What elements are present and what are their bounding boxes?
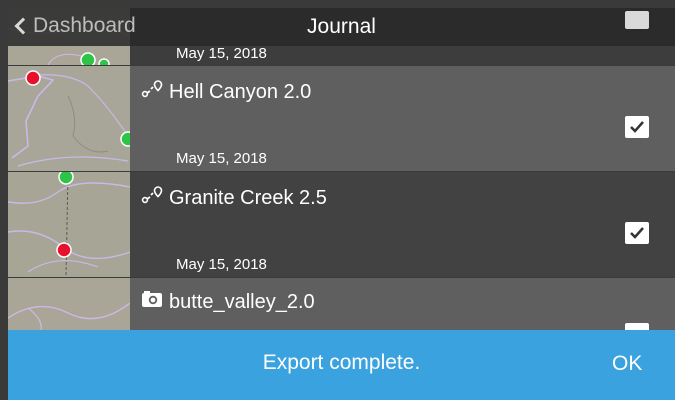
item-title-text: butte_valley_2.0 [169,290,315,313]
ok-button[interactable]: OK [612,352,642,376]
item-title: Granite Creek 2.5 [141,185,327,211]
route-icon [141,185,163,211]
checkmark-icon [630,227,644,239]
checkbox-checked[interactable] [625,116,649,138]
item-date: May 15, 2018 [176,150,267,167]
route-icon [141,79,163,105]
journal-screen: Dashboard Journal May 15, 2018 Hell Cany… [8,8,675,400]
item-date: May 15, 2018 [176,45,267,62]
page-title: Journal [307,15,376,38]
item-date: May 15, 2018 [176,256,267,273]
camera-icon [141,290,163,314]
toast-message: Export complete. [262,351,421,374]
map-thumbnail [8,66,130,171]
list-item[interactable]: butte_valley_2.0 [8,278,675,345]
header-bar: Dashboard Journal [8,8,675,46]
checkbox-checked[interactable] [625,222,649,244]
map-thumbnail [8,278,130,338]
list-item[interactable]: Hell Canyon 2.0 May 15, 2018 [8,66,675,171]
map-thumbnail [8,172,130,277]
item-title-text: Granite Creek 2.5 [169,186,327,209]
checkbox[interactable] [625,11,649,29]
export-toast: Export complete. OK [8,330,675,400]
item-title-text: Hell Canyon 2.0 [169,80,312,103]
checkmark-icon [630,121,644,133]
item-title: butte_valley_2.0 [141,290,315,314]
list-item[interactable]: Granite Creek 2.5 May 15, 2018 [8,172,675,277]
item-title: Hell Canyon 2.0 [141,79,311,105]
